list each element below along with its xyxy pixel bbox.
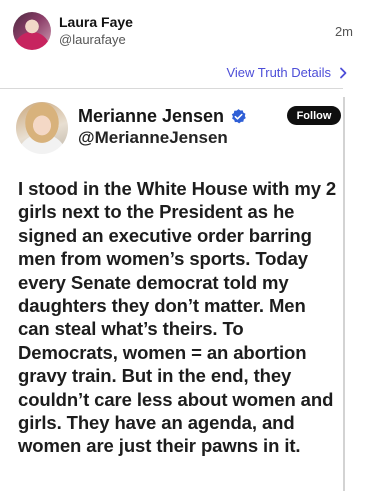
post-line: gravy train. But in the end, they [18, 365, 292, 387]
post-line: women are just their pawns in it. [18, 435, 301, 457]
post-line: daughters they don’t matter. Men [18, 295, 306, 317]
post-line: girls next to the President as he [18, 201, 295, 223]
post-line: I stood in the White House with my 2 [18, 178, 337, 199]
post-timestamp: 2m [334, 24, 353, 39]
view-truth-details-link[interactable]: View Truth Details [226, 65, 349, 80]
card-divider [0, 88, 343, 89]
quoted-author-avatar[interactable] [16, 102, 68, 154]
quoted-author-handle[interactable]: @MerianneJensen [78, 128, 228, 148]
chevron-right-icon [340, 67, 347, 78]
scrollbar[interactable] [343, 97, 345, 491]
follow-button[interactable]: Follow [287, 106, 341, 125]
post-line: can steal what’s theirs. To [18, 318, 244, 340]
quoted-author-name[interactable]: Merianne Jensen [78, 106, 224, 127]
post-line: every Senate democrat told my [18, 271, 289, 293]
post-line: couldn’t care less about women and [18, 388, 334, 410]
post-line: signed an executive order barring [18, 224, 312, 246]
quoted-author-name-row: Merianne Jensen [78, 106, 247, 127]
post-line: Democrats, women = an abortion [18, 341, 307, 363]
outer-avatar[interactable] [13, 12, 51, 50]
post-line: girls. They have an agenda, and [18, 412, 295, 434]
post-line: men from women’s sports. Today [18, 248, 308, 270]
quoted-post-text: I stood in the White House with my 2 gir… [18, 177, 340, 458]
outer-author-handle[interactable]: @laurafaye [59, 32, 126, 47]
outer-author-name[interactable]: Laura Faye [59, 14, 133, 30]
verified-badge-icon [231, 109, 246, 124]
view-truth-details-label: View Truth Details [226, 65, 331, 80]
